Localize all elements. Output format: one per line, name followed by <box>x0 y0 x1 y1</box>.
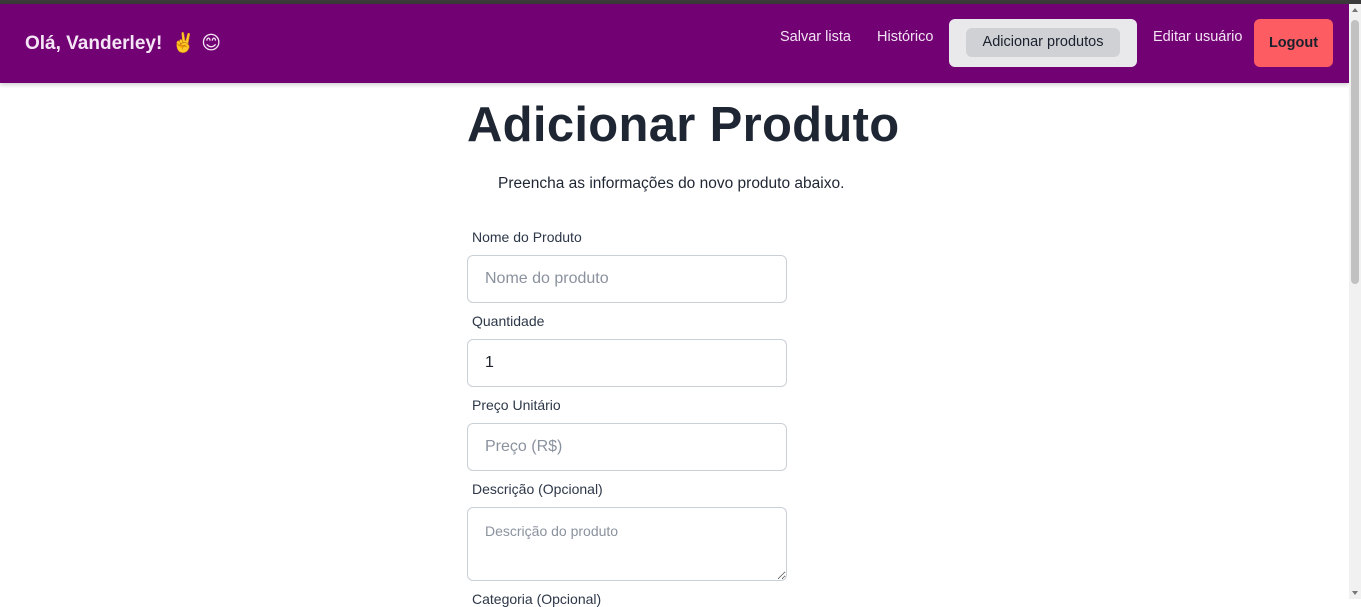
logout-button[interactable]: Logout <box>1254 19 1333 67</box>
nav-edit-user-link[interactable]: Editar usuário <box>1153 29 1242 45</box>
nav-save-list-link[interactable]: Salvar lista <box>780 29 851 45</box>
page-scrollbar[interactable] <box>1349 4 1361 599</box>
quantity-input[interactable] <box>467 339 787 387</box>
nav-add-products-tab[interactable]: Adicionar produtos <box>949 19 1137 67</box>
description-textarea[interactable] <box>467 507 787 581</box>
page-title: Adicionar Produto <box>467 98 900 152</box>
navbar: Olá, Vanderley! ✌️ 😊 Salvar lista Histór… <box>0 4 1349 83</box>
nav-add-products-button[interactable]: Adicionar produtos <box>966 28 1120 57</box>
category-label: Categoria (Opcional) <box>472 591 602 607</box>
product-name-input[interactable] <box>467 255 787 303</box>
unit-price-label: Preço Unitário <box>472 397 561 413</box>
scroll-up-arrow-icon[interactable] <box>1352 8 1358 12</box>
greeting: Olá, Vanderley! ✌️ 😊 <box>25 31 221 55</box>
page-subtitle: Preencha as informações do novo produto … <box>498 175 845 192</box>
scrollbar-thumb[interactable] <box>1351 20 1359 284</box>
nav-history-link[interactable]: Histórico <box>877 29 933 45</box>
greeting-emoji-icon: ✌️ 😊 <box>171 32 222 54</box>
scroll-down-arrow-icon[interactable] <box>1352 591 1358 595</box>
quantity-label: Quantidade <box>472 313 545 329</box>
unit-price-input[interactable] <box>467 423 787 471</box>
description-label: Descrição (Opcional) <box>472 481 603 497</box>
product-name-label: Nome do Produto <box>472 229 582 245</box>
greeting-text: Olá, Vanderley! <box>25 33 163 54</box>
